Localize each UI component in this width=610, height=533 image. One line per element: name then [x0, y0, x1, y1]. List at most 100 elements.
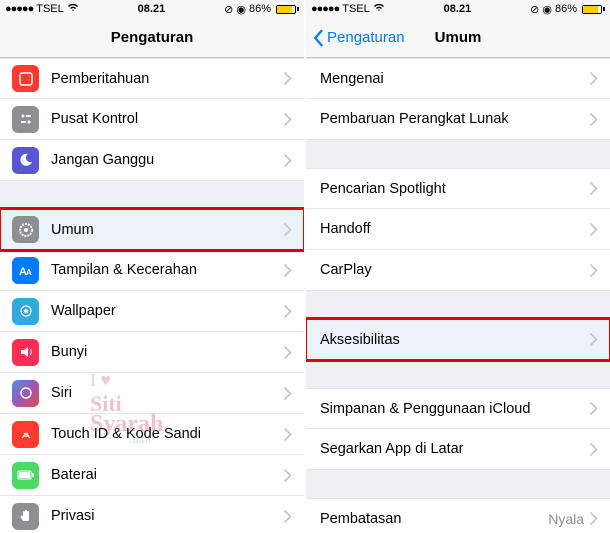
wifi-icon [373, 3, 385, 15]
wifi-icon [67, 3, 79, 15]
settings-screen-main: ●●●●● TSEL 08.21 ⊘ ◉ 86% Pengaturan Pemb… [0, 0, 304, 533]
row-label: Tampilan & Kecerahan [51, 262, 284, 278]
row-wallpaper[interactable]: Wallpaper [0, 291, 304, 332]
row-privacy[interactable]: Privasi [0, 496, 304, 533]
row-label: Simpanan & Penggunaan iCloud [320, 401, 590, 417]
row-label: Umum [51, 222, 284, 238]
chevron-right-icon [590, 402, 598, 415]
row-control-center[interactable]: Pusat Kontrol [0, 99, 304, 140]
row-label: Mengenai [320, 71, 590, 87]
signal-dots-icon: ●●●●● [5, 3, 33, 15]
chevron-right-icon [284, 305, 292, 318]
chevron-right-icon [590, 264, 598, 277]
chevron-right-icon [284, 113, 292, 126]
row-display[interactable]: AA Tampilan & Kecerahan [0, 250, 304, 291]
row-touchid[interactable]: Touch ID & Kode Sandi [0, 414, 304, 455]
status-bar: ●●●●● TSEL 08.21 ⊘ ◉ 86% [0, 0, 304, 18]
chevron-right-icon [284, 428, 292, 441]
chevron-right-icon [284, 346, 292, 359]
carrier-label: TSEL [36, 3, 64, 15]
row-software-update[interactable]: Pembaruan Perangkat Lunak [306, 99, 610, 140]
row-label: Pemberitahuan [51, 71, 284, 87]
row-label: Baterai [51, 467, 284, 483]
row-value: Nyala [548, 511, 584, 527]
nav-bar: Pengaturan Umum [306, 18, 610, 58]
chevron-right-icon [590, 182, 598, 195]
row-label: Touch ID & Kode Sandi [51, 426, 284, 442]
chevron-right-icon [590, 443, 598, 456]
settings-screen-general: ●●●●● TSEL 08.21 ⊘ ◉ 86% Pengaturan Umum… [306, 0, 610, 533]
row-label: Handoff [320, 221, 590, 237]
chevron-right-icon [284, 469, 292, 482]
clock-label: 08.21 [138, 3, 166, 15]
row-label: Pusat Kontrol [51, 111, 284, 127]
chevron-right-icon [284, 72, 292, 85]
row-label: Privasi [51, 508, 284, 524]
row-restrictions[interactable]: PembatasanNyala [306, 498, 610, 533]
row-label: Pencarian Spotlight [320, 181, 590, 197]
row-label: Bunyi [51, 344, 284, 360]
fingerprint-icon [12, 421, 39, 448]
siri-icon [12, 380, 39, 407]
sound-icon [12, 339, 39, 366]
back-button[interactable]: Pengaturan [312, 18, 405, 57]
row-notifications[interactable]: Pemberitahuan [0, 58, 304, 99]
control-center-icon [12, 106, 39, 133]
row-battery[interactable]: Baterai [0, 455, 304, 496]
row-about[interactable]: Mengenai [306, 58, 610, 99]
orientation-lock-icon: ◉ [542, 3, 552, 16]
row-sounds[interactable]: Bunyi [0, 332, 304, 373]
chevron-right-icon [284, 510, 292, 523]
row-label: Pembatasan [320, 511, 548, 527]
row-label: Jangan Ganggu [51, 152, 284, 168]
chevron-right-icon [590, 72, 598, 85]
notification-icon [12, 65, 39, 92]
status-bar: ●●●●● TSEL 08.21 ⊘ ◉ 86% [306, 0, 610, 18]
row-handoff[interactable]: Handoff [306, 209, 610, 250]
moon-icon [12, 147, 39, 174]
battery-icon [274, 5, 299, 14]
row-accessibility[interactable]: Aksesibilitas [306, 319, 610, 360]
row-label: Siri [51, 385, 284, 401]
battery-icon [12, 462, 39, 489]
page-title: Pengaturan [111, 29, 194, 46]
general-list: Mengenai Pembaruan Perangkat Lunak Pencari… [306, 58, 610, 533]
orientation-lock-icon: ◉ [236, 3, 246, 16]
alarm-icon: ⊘ [530, 3, 539, 16]
row-label: CarPlay [320, 262, 590, 278]
chevron-right-icon [284, 387, 292, 400]
row-dnd[interactable]: Jangan Ganggu [0, 140, 304, 181]
gear-icon [12, 216, 39, 243]
row-background-refresh[interactable]: Segarkan App di Latar [306, 429, 610, 470]
row-label: Segarkan App di Latar [320, 441, 590, 457]
row-storage[interactable]: Simpanan & Penggunaan iCloud [306, 388, 610, 429]
chevron-right-icon [284, 223, 292, 236]
row-siri[interactable]: Siri [0, 373, 304, 414]
page-title: Umum [435, 29, 482, 46]
row-carplay[interactable]: CarPlay [306, 250, 610, 291]
text-size-icon: AA [12, 257, 39, 284]
row-label: Wallpaper [51, 303, 284, 319]
chevron-right-icon [590, 113, 598, 126]
chevron-right-icon [590, 333, 598, 346]
battery-pct-label: 86% [555, 3, 577, 15]
back-label: Pengaturan [327, 29, 405, 46]
signal-dots-icon: ●●●●● [311, 3, 339, 15]
carrier-label: TSEL [342, 3, 370, 15]
clock-label: 08.21 [444, 3, 472, 15]
settings-list: Pemberitahuan Pusat Kontrol Jangan Ganggu U… [0, 58, 304, 533]
battery-icon [580, 5, 605, 14]
row-label: Pembaruan Perangkat Lunak [320, 111, 590, 127]
chevron-right-icon [590, 512, 598, 525]
battery-pct-label: 86% [249, 3, 271, 15]
svg-text:A: A [26, 268, 32, 277]
alarm-icon: ⊘ [224, 3, 233, 16]
row-label: Aksesibilitas [320, 332, 590, 348]
chevron-right-icon [284, 264, 292, 277]
hand-icon [12, 503, 39, 530]
nav-bar: Pengaturan [0, 18, 304, 58]
wallpaper-icon [12, 298, 39, 325]
chevron-right-icon [590, 223, 598, 236]
row-spotlight[interactable]: Pencarian Spotlight [306, 168, 610, 209]
row-general[interactable]: Umum [0, 209, 304, 250]
